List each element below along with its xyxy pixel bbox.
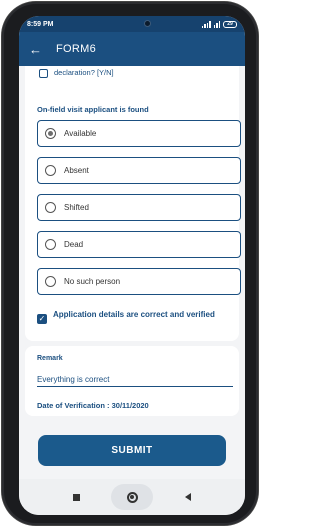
verified-checkbox-row[interactable]: ✓ Application details are correct and ve… bbox=[37, 310, 215, 324]
phone-frame: 8:59 PM 29 ← FORM6 declaration? [Y/N] On… bbox=[2, 2, 258, 525]
app-bar: ← FORM6 bbox=[19, 32, 245, 66]
wifi-signal-icon bbox=[213, 20, 220, 28]
system-nav-bar bbox=[19, 479, 245, 515]
square-icon[interactable] bbox=[72, 493, 80, 501]
option-available[interactable]: Available bbox=[37, 120, 241, 147]
status-bar: 8:59 PM 29 bbox=[19, 16, 245, 32]
submit-button[interactable]: SUBMIT bbox=[38, 435, 226, 466]
signal-icon bbox=[201, 20, 211, 28]
option-label: Absent bbox=[64, 166, 89, 175]
camera-icon bbox=[144, 20, 151, 27]
status-icons: 29 bbox=[201, 20, 237, 28]
radio-icon[interactable] bbox=[45, 165, 56, 176]
option-label: Shifted bbox=[64, 203, 89, 212]
home-button[interactable] bbox=[111, 484, 154, 510]
option-dead[interactable]: Dead bbox=[37, 231, 241, 258]
radio-icon[interactable] bbox=[45, 202, 56, 213]
declaration-label: declaration? [Y/N] bbox=[54, 68, 114, 77]
radio-icon[interactable] bbox=[45, 128, 56, 139]
option-label: Available bbox=[64, 129, 97, 138]
radio-icon[interactable] bbox=[45, 239, 56, 250]
remark-input[interactable] bbox=[37, 373, 233, 387]
verification-date: Date of Verification : 30/11/2020 bbox=[37, 401, 149, 410]
arrow-left-icon[interactable]: ← bbox=[29, 42, 47, 57]
remark-label: Remark bbox=[37, 355, 63, 362]
circle-home-icon bbox=[126, 491, 138, 503]
radio-icon[interactable] bbox=[45, 276, 56, 287]
option-label: Dead bbox=[64, 240, 84, 249]
option-no-such-person[interactable]: No such person bbox=[37, 268, 241, 295]
option-label: No such person bbox=[64, 277, 121, 286]
verified-label: Application details are correct and veri… bbox=[53, 310, 215, 319]
page-title: FORM6 bbox=[56, 43, 96, 55]
battery-icon: 29 bbox=[223, 20, 237, 28]
declaration-checkbox-row[interactable]: declaration? [Y/N] bbox=[39, 68, 114, 78]
triangle-back-icon[interactable] bbox=[185, 493, 192, 501]
status-time: 8:59 PM bbox=[27, 20, 54, 28]
check-icon[interactable]: ✓ bbox=[37, 314, 47, 324]
screen: 8:59 PM 29 ← FORM6 declaration? [Y/N] On… bbox=[19, 16, 245, 515]
remark-card: Remark Date of Verification : 30/11/2020 bbox=[25, 346, 239, 416]
option-shifted[interactable]: Shifted bbox=[37, 194, 241, 221]
declaration-checkbox[interactable] bbox=[39, 69, 48, 78]
verification-form: declaration? [Y/N] On-field visit applic… bbox=[25, 66, 241, 341]
onfield-visit-label: On-field visit applicant is found bbox=[37, 105, 149, 114]
option-absent[interactable]: Absent bbox=[37, 157, 241, 184]
